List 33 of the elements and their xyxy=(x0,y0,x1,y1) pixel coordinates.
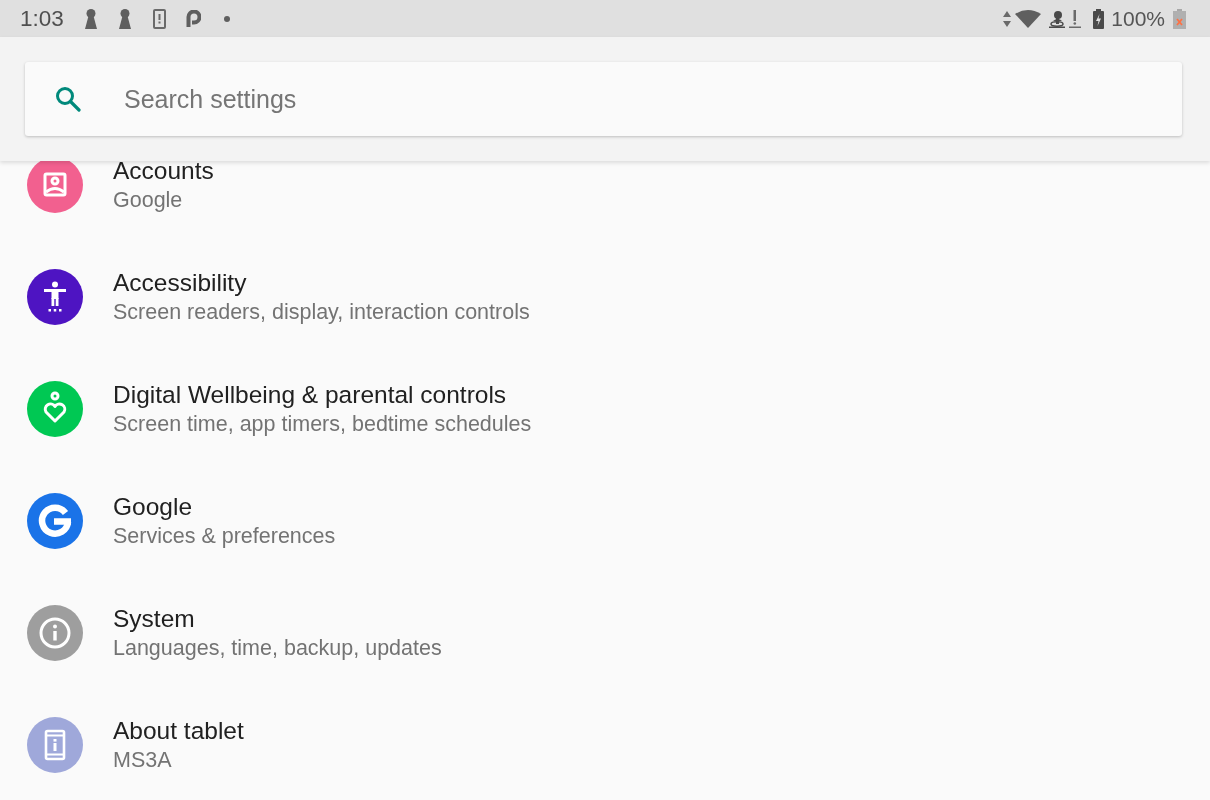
item-title: Digital Wellbeing & parental controls xyxy=(113,380,507,410)
item-summary: Screen time, app timers, bedtime schedules xyxy=(113,411,532,438)
search-icon xyxy=(55,86,81,112)
settings-item[interactable]: Digital Wellbeing & parental controls Screen time, app timers, bedtime schedules xyxy=(0,353,1210,465)
item-summary: Services & preferences xyxy=(113,523,336,550)
search-field[interactable]: Search settings xyxy=(25,62,1182,136)
exclamation-icon xyxy=(1069,9,1082,28)
settings-item[interactable]: About tablet MS3A xyxy=(0,689,1210,800)
clock-time: 1:03 xyxy=(20,5,64,32)
keyhole-icon xyxy=(118,8,131,29)
keyhole-icon xyxy=(84,8,97,29)
battery-charging-icon xyxy=(1093,8,1105,29)
item-summary: Languages, time, backup, updates xyxy=(113,635,442,662)
battery-error-icon xyxy=(1173,8,1186,29)
item-title: Accounts xyxy=(113,161,214,186)
item-title: Google xyxy=(113,492,192,522)
battery-percentage: 100% xyxy=(1111,6,1165,31)
p-logo-icon xyxy=(185,9,201,28)
item-title: Accessibility xyxy=(113,268,247,298)
item-title: About tablet xyxy=(113,716,244,746)
wifi-icon xyxy=(1015,9,1042,28)
item-summary: Screen readers, display, interaction controls xyxy=(113,299,530,326)
settings-item[interactable]: Accessibility Screen readers, display, interaction controls xyxy=(0,241,1210,353)
person-icon xyxy=(1049,9,1066,28)
settings-item[interactable]: System Languages, time, backup, updates xyxy=(0,577,1210,689)
phone-alert-icon xyxy=(152,8,166,29)
item-title: System xyxy=(113,604,195,634)
data-arrows-icon xyxy=(1003,10,1012,27)
settings-item[interactable]: Google Services & preferences xyxy=(0,465,1210,577)
item-summary: Google xyxy=(113,187,183,214)
dot-icon xyxy=(223,15,230,22)
item-summary: MS3A xyxy=(113,747,172,774)
settings-item[interactable]: Accounts Google xyxy=(0,161,1210,241)
